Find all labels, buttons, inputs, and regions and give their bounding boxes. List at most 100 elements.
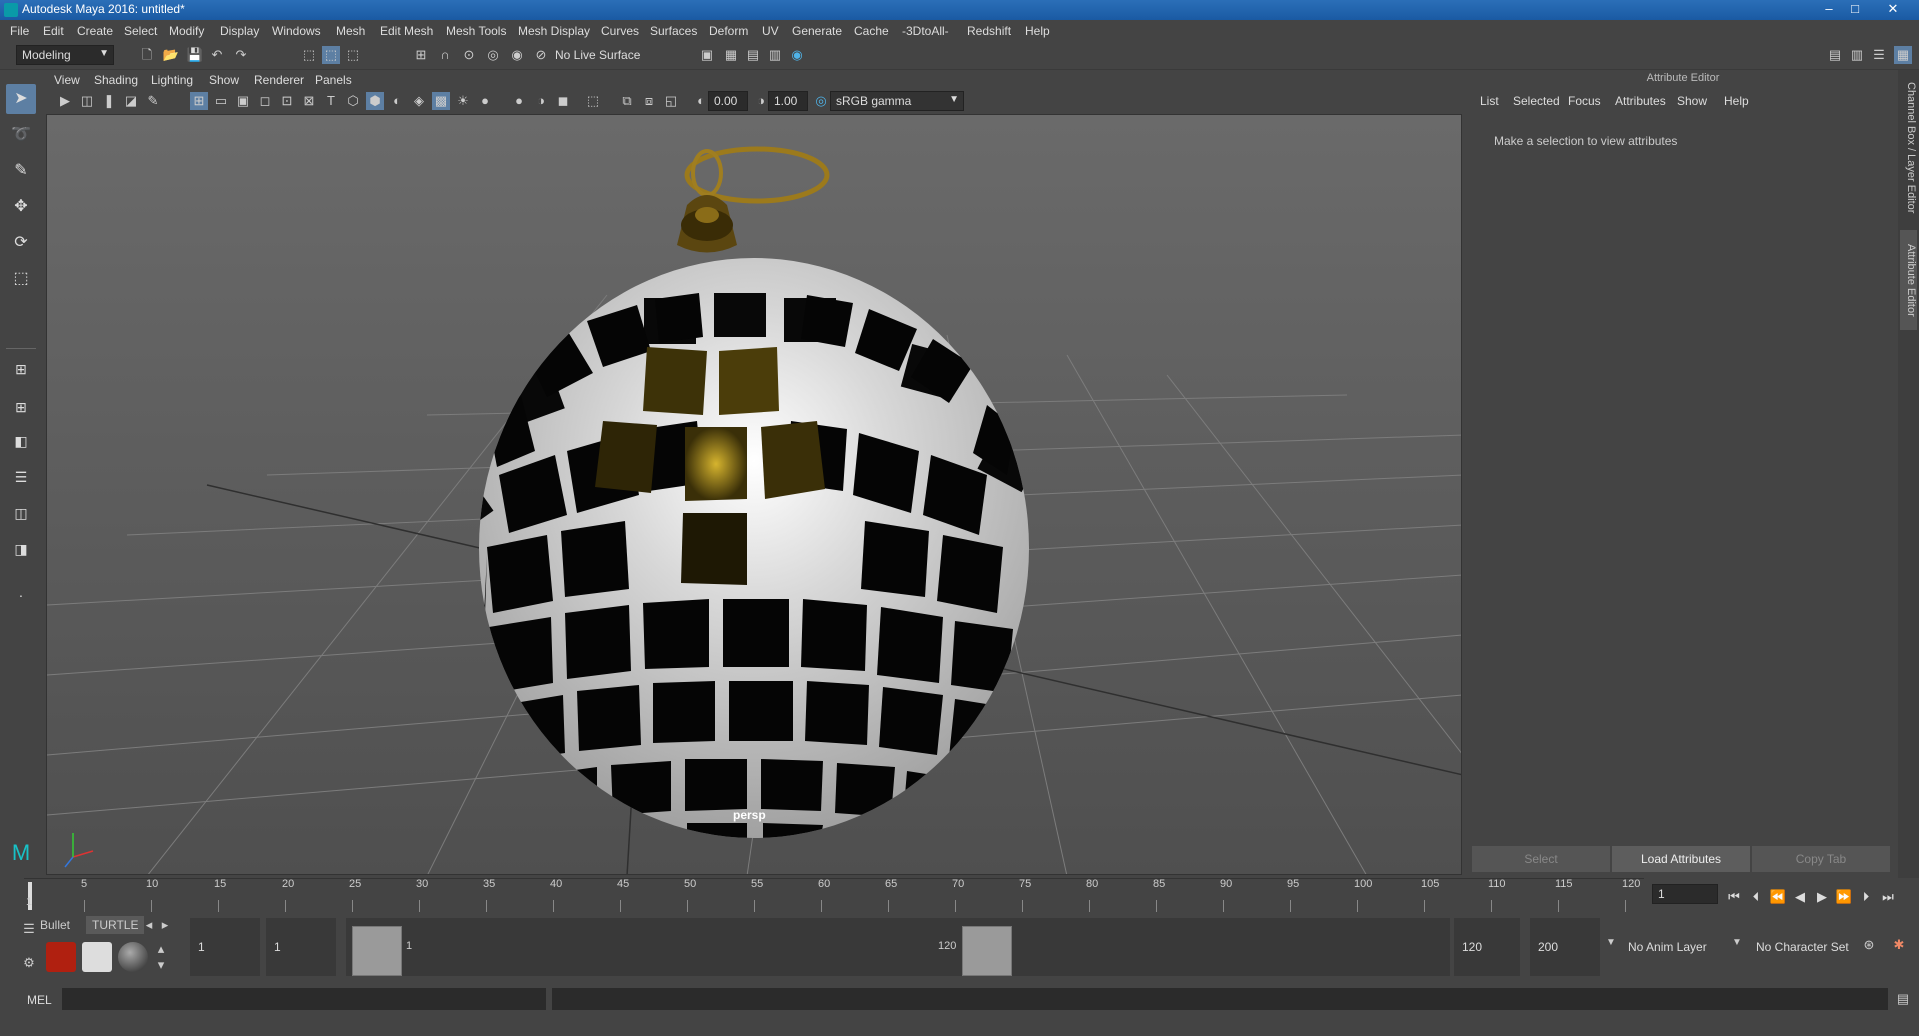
- smooth-shade-icon[interactable]: ⬢: [366, 92, 384, 110]
- hypershade-icon[interactable]: ◉: [788, 46, 806, 64]
- close-button[interactable]: ✕: [1880, 0, 1906, 18]
- graph-layout-icon[interactable]: ◫: [6, 498, 36, 528]
- menu-create[interactable]: Create: [77, 24, 113, 38]
- step-forward-key-icon[interactable]: ⏵: [1856, 888, 1876, 906]
- ae-menu-focus[interactable]: Focus: [1568, 94, 1601, 108]
- four-pane-layout-icon[interactable]: ⊞: [6, 392, 36, 422]
- vp-menu-view[interactable]: View: [54, 73, 80, 87]
- maximize-button[interactable]: □: [1842, 0, 1868, 18]
- render-settings-icon[interactable]: ▥: [766, 46, 784, 64]
- lights-icon[interactable]: ☀: [454, 92, 472, 110]
- viewport-3d[interactable]: [46, 114, 1462, 875]
- shadows-icon[interactable]: ●: [476, 92, 494, 110]
- ambient-occlusion-icon[interactable]: ●: [510, 92, 528, 110]
- wireframe-icon[interactable]: ⬡: [344, 92, 362, 110]
- ae-menu-help[interactable]: Help: [1724, 94, 1749, 108]
- more-layouts-icon[interactable]: ·: [6, 580, 36, 610]
- isolate-select-icon[interactable]: ⬚: [584, 92, 602, 110]
- script-language-label[interactable]: MEL: [27, 993, 52, 1007]
- menu-edit[interactable]: Edit: [43, 24, 64, 38]
- current-frame-field[interactable]: 1: [1652, 884, 1718, 904]
- menu-mesh-display[interactable]: Mesh Display: [518, 24, 590, 38]
- menu-deform[interactable]: Deform: [709, 24, 748, 38]
- paint-select-icon[interactable]: ✎: [6, 156, 36, 186]
- command-input[interactable]: [62, 988, 546, 1010]
- camera-lock-icon[interactable]: ◫: [78, 92, 96, 110]
- playback-start-field[interactable]: 1: [266, 918, 336, 976]
- save-scene-icon[interactable]: 💾: [186, 46, 204, 64]
- ae-menu-show[interactable]: Show: [1677, 94, 1707, 108]
- menu-display[interactable]: Display: [220, 24, 259, 38]
- new-scene-icon[interactable]: 🗋: [138, 46, 156, 64]
- xray-active-icon[interactable]: ⧈: [640, 92, 658, 110]
- outliner-layout-icon[interactable]: ◨: [6, 534, 36, 564]
- render-view-icon[interactable]: ▣: [698, 46, 716, 64]
- move-icon[interactable]: ✥: [6, 192, 36, 222]
- turtle-sphere-icon[interactable]: [118, 942, 148, 972]
- auto-key-icon[interactable]: ⊛: [1860, 936, 1878, 954]
- range-end-handle[interactable]: [962, 926, 1012, 976]
- tool-settings-icon[interactable]: ☰: [1870, 46, 1888, 64]
- film-gate-icon[interactable]: ▭: [212, 92, 230, 110]
- color-management-icon[interactable]: ◎: [812, 92, 830, 110]
- playback-end-field[interactable]: 120: [1454, 918, 1520, 976]
- vp-menu-panels[interactable]: Panels: [315, 73, 352, 87]
- menuset-dropdown[interactable]: Modeling ▼: [16, 45, 114, 65]
- ae-select-button[interactable]: Select: [1472, 846, 1610, 872]
- anim-layer-field[interactable]: No Anim Layer: [1620, 918, 1722, 976]
- vp-menu-show[interactable]: Show: [209, 73, 239, 87]
- field-chart-icon[interactable]: ⊡: [278, 92, 296, 110]
- modeling-toolkit-icon[interactable]: ▤: [1826, 46, 1844, 64]
- scene-canvas[interactable]: [47, 115, 1462, 875]
- render-frame-icon[interactable]: ▦: [722, 46, 740, 64]
- ae-menu-list[interactable]: List: [1480, 94, 1499, 108]
- antialias-icon[interactable]: ◼: [554, 92, 572, 110]
- chevron-down-icon[interactable]: ▼: [1602, 934, 1620, 952]
- snap-live-icon[interactable]: ⊘: [532, 46, 550, 64]
- backface-icon[interactable]: ◱: [662, 92, 680, 110]
- menu-windows[interactable]: Windows: [272, 24, 321, 38]
- go-to-start-icon[interactable]: ⏮: [1724, 888, 1744, 906]
- select-component-icon[interactable]: ⬚: [344, 46, 362, 64]
- lasso-icon[interactable]: ➰: [6, 120, 36, 150]
- menu-redshift[interactable]: Redshift: [967, 24, 1011, 38]
- single-pane-layout-icon[interactable]: ⊞: [6, 354, 36, 384]
- shelf-tab-turtle[interactable]: TURTLE: [86, 916, 145, 934]
- preferences-icon[interactable]: ✱: [1890, 936, 1908, 954]
- image-plane-icon[interactable]: ◪: [122, 92, 140, 110]
- minimize-button[interactable]: –: [1816, 0, 1842, 18]
- grid-toggle-icon[interactable]: ⊞: [190, 92, 208, 110]
- shelf-scroll-right-icon[interactable]: ▸: [156, 916, 174, 934]
- disco-ball[interactable]: [431, 146, 1040, 859]
- snap-curve-icon[interactable]: ∩: [436, 46, 454, 64]
- xray-joints-icon[interactable]: ⧉: [618, 92, 636, 110]
- snap-point-icon[interactable]: ⊙: [460, 46, 478, 64]
- menu-curves[interactable]: Curves: [601, 24, 639, 38]
- textured-icon[interactable]: ▩: [432, 92, 450, 110]
- motion-blur-icon[interactable]: ◑: [532, 92, 550, 110]
- ae-menu-attributes[interactable]: Attributes: [1615, 94, 1666, 108]
- shelf-settings-icon[interactable]: ⚙: [20, 954, 38, 972]
- bookmark-icon[interactable]: ❚: [100, 92, 118, 110]
- camera-icon[interactable]: ▶: [56, 92, 74, 110]
- gate-mask-icon[interactable]: ◻: [256, 92, 274, 110]
- color-space-dropdown[interactable]: sRGB gamma ▼: [830, 91, 964, 111]
- channel-box-tab[interactable]: Channel Box / Layer Editor: [1900, 78, 1917, 218]
- snap-view-icon[interactable]: ◎: [484, 46, 502, 64]
- shelf-down-icon[interactable]: ▾: [152, 956, 170, 974]
- snap-grid-icon[interactable]: ⊞: [412, 46, 430, 64]
- shelf-menu-icon[interactable]: ☰: [20, 920, 38, 938]
- end-time-field[interactable]: 200: [1530, 918, 1600, 976]
- menu-surfaces[interactable]: Surfaces: [650, 24, 697, 38]
- script-editor-icon[interactable]: ▤: [1894, 990, 1912, 1008]
- outliner-icon[interactable]: ▥: [1848, 46, 1866, 64]
- ae-load-attributes-button[interactable]: Load Attributes: [1612, 846, 1750, 872]
- xray-icon[interactable]: ◈: [410, 92, 428, 110]
- play-forward-icon[interactable]: ▶: [1812, 888, 1832, 906]
- rotate-icon[interactable]: ⟳: [6, 228, 36, 258]
- grease-pencil-icon[interactable]: ✎: [144, 92, 162, 110]
- timeline-layout-icon[interactable]: ☰: [6, 462, 36, 492]
- menu-cache[interactable]: Cache: [854, 24, 889, 38]
- attribute-editor-tab[interactable]: Attribute Editor: [1900, 230, 1917, 330]
- menu-select[interactable]: Select: [124, 24, 157, 38]
